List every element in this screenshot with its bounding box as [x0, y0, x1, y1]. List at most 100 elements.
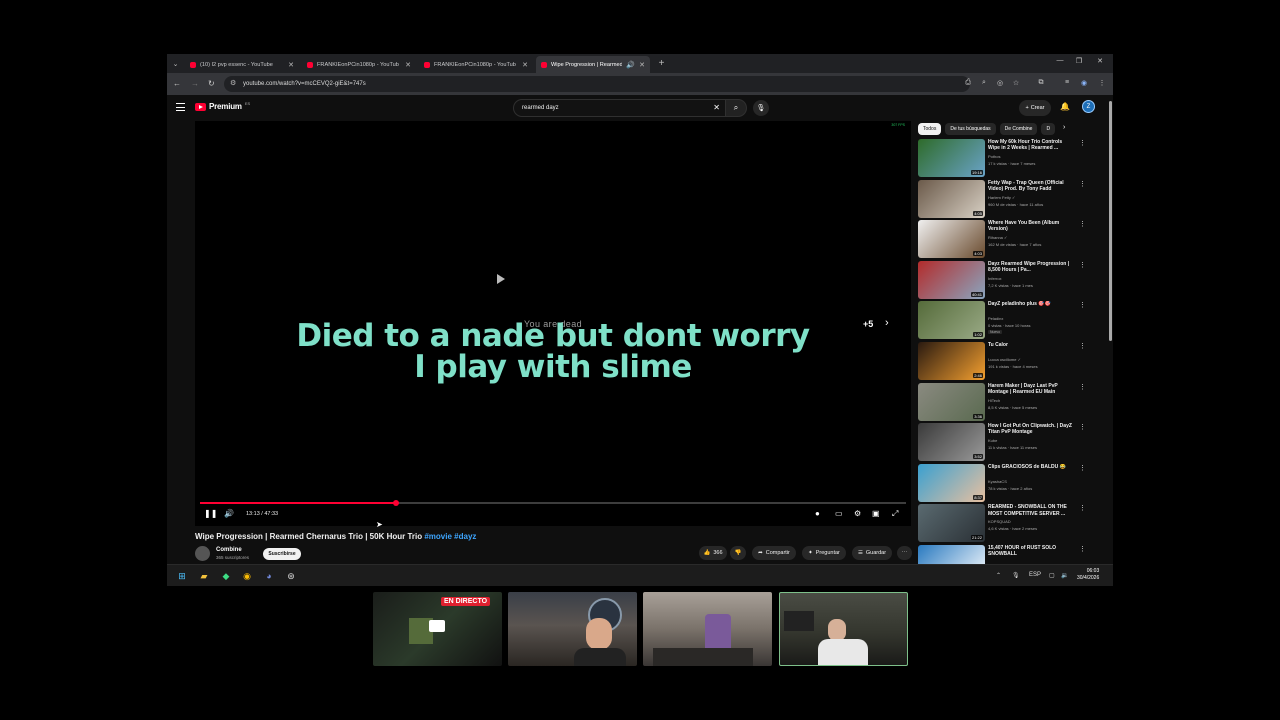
- clear-search-icon[interactable]: ✕: [713, 103, 720, 112]
- rec-title[interactable]: 15,407 HOUR of RUST SOLO SNOWBALL: [988, 545, 1074, 557]
- voice-search-button[interactable]: 🎙: [753, 100, 769, 116]
- volume-icon[interactable]: 🔊: [224, 509, 234, 518]
- network-icon[interactable]: ▢: [1049, 572, 1055, 579]
- chip-all[interactable]: Todos: [918, 123, 942, 135]
- more-options-icon[interactable]: ⋮: [1079, 139, 1086, 147]
- site-info-icon[interactable]: ⚙: [230, 80, 238, 88]
- address-bar[interactable]: ⚙ youtube.com/watch?v=mcCEVQ2-giE&t=747s: [224, 76, 970, 92]
- recommended-video[interactable]: 40:41 Dayz Rearmed Wipe Progression | 8,5…: [918, 260, 1088, 299]
- rec-title[interactable]: DayZ peladinho plus 🎯🎯: [988, 301, 1074, 307]
- video-thumbnail[interactable]: 2:46: [918, 342, 985, 380]
- chip-from-searches[interactable]: De tus búsquedas: [945, 123, 996, 135]
- notifications-bell-icon[interactable]: 🔔: [1060, 102, 1070, 111]
- video-thumbnail[interactable]: 19:16: [918, 139, 985, 177]
- speaker-icon[interactable]: 🔉: [1061, 572, 1068, 579]
- recommended-video[interactable]: 21:22 REARMED - SNOWBALL ON THE MOST COMP…: [918, 504, 1088, 543]
- more-options-icon[interactable]: ⋮: [1079, 301, 1086, 309]
- progress-bar[interactable]: [200, 500, 906, 506]
- tab-1[interactable]: (10) I2 pvp essenc - YouTube ✕: [185, 56, 299, 73]
- more-actions-button[interactable]: ⋯: [897, 546, 912, 560]
- video-thumbnail[interactable]: 40:41: [918, 260, 985, 299]
- rec-title[interactable]: How I Got Put On Clipwatch. | DayZ Titan…: [988, 423, 1074, 435]
- recommended-video[interactable]: 4:05 Fetty Wap - Trap Queen (Official Vid…: [918, 179, 1088, 218]
- video-thumbnail[interactable]: 3:36: [918, 382, 985, 421]
- more-options-icon[interactable]: ⋮: [1079, 220, 1086, 228]
- search-input[interactable]: rearmed dayz ✕: [513, 99, 727, 117]
- chrome-icon[interactable]: ◉: [241, 570, 253, 582]
- back-icon[interactable]: ←: [173, 79, 181, 88]
- media-icon[interactable]: ≡: [1062, 79, 1072, 86]
- pause-icon[interactable]: ❚❚: [204, 509, 217, 518]
- rec-title[interactable]: Fetty Wap - Trap Queen (Official Video) …: [988, 180, 1074, 192]
- video-player[interactable]: 307 FPS You are dead Died to a nade but …: [195, 121, 911, 526]
- video-thumbnail[interactable]: 4:03: [918, 220, 985, 259]
- windows-start-icon[interactable]: ⊞: [176, 570, 188, 582]
- tab-close-icon[interactable]: ✕: [639, 61, 645, 69]
- rec-title[interactable]: Harem Maker | Dayz Last PvP Montage | Re…: [988, 383, 1074, 395]
- ask-button[interactable]: ✦ Preguntar: [802, 546, 846, 560]
- recommended-video[interactable]: 2:46 Tu Calor Lucca oscillome ✓ 191 k vista…: [918, 342, 1088, 380]
- taskbar-clock[interactable]: 06:03 30/4/2026: [1077, 568, 1099, 582]
- rec-title[interactable]: Clips GRACIOSOS de BALDU 😂: [988, 464, 1074, 470]
- autoplay-toggle-icon[interactable]: ●: [815, 509, 820, 518]
- skip-forward-label[interactable]: +5: [863, 319, 873, 329]
- forward-icon[interactable]: →: [191, 79, 199, 88]
- tab-audio-icon[interactable]: 🔊: [626, 61, 635, 69]
- zoom-icon[interactable]: ⌕: [979, 79, 989, 87]
- close-window-icon[interactable]: ✕: [1093, 57, 1107, 65]
- fullscreen-icon[interactable]: ⤢: [892, 509, 898, 519]
- save-button[interactable]: ☰ Guardar: [852, 546, 892, 560]
- video-thumbnail[interactable]: 3:52: [918, 423, 985, 462]
- theater-mode-icon[interactable]: ▣: [872, 509, 880, 518]
- file-explorer-icon[interactable]: ▰: [198, 570, 210, 582]
- more-options-icon[interactable]: ⋮: [1079, 504, 1086, 512]
- bookmark-star-icon[interactable]: ☆: [1011, 79, 1021, 87]
- video-thumbnail[interactable]: 1:02: [918, 301, 985, 340]
- more-options-icon[interactable]: ⋮: [1079, 261, 1086, 269]
- tab-close-icon[interactable]: ✕: [288, 61, 294, 69]
- recommended-video[interactable]: 19:16 How My 60k Hour Trio Controls Wipe …: [918, 139, 1088, 177]
- recommended-video[interactable]: 1:02 DayZ peladinho plus 🎯🎯 Peladinx 0 vist…: [918, 301, 1088, 340]
- eye-off-icon[interactable]: ◎: [995, 79, 1005, 87]
- more-options-icon[interactable]: ⋮: [1079, 383, 1086, 391]
- recommended-video[interactable]: 4:03 Where Have You Been (Album Version) R…: [918, 220, 1088, 259]
- account-avatar[interactable]: Z: [1082, 100, 1095, 113]
- green-app-icon[interactable]: ◆: [220, 570, 232, 582]
- tab-search-icon[interactable]: ⌄: [170, 58, 181, 69]
- minimize-icon[interactable]: —: [1053, 57, 1067, 64]
- rec-title[interactable]: REARMED - SNOWBALL ON THE MOST COMPETITI…: [988, 504, 1074, 516]
- tab-2[interactable]: FRANKIEonPCin1080p - YouTub ✕: [302, 56, 416, 73]
- rec-title[interactable]: Dayz Rearmed Wipe Progression | 8,500 Ho…: [988, 261, 1074, 273]
- dislike-button[interactable]: 👎: [730, 546, 746, 560]
- rec-title[interactable]: Tu Calor: [988, 342, 1074, 348]
- tab-close-icon[interactable]: ✕: [522, 61, 528, 69]
- profile-icon[interactable]: ◉: [1079, 79, 1089, 87]
- page-scrollbar[interactable]: [1108, 95, 1113, 586]
- more-options-icon[interactable]: ⋮: [1079, 423, 1086, 431]
- video-thumbnail[interactable]: 4:05: [918, 179, 985, 218]
- create-button[interactable]: + Crear: [1019, 100, 1051, 116]
- chevron-right-icon[interactable]: ›: [885, 317, 889, 329]
- extensions-icon[interactable]: ⧉: [1036, 79, 1046, 87]
- like-button[interactable]: 👍 366: [699, 546, 727, 560]
- recommended-video[interactable]: 8:37 Clips GRACIOSOS de BALDU 😂 KyashaCS 78…: [918, 463, 1088, 502]
- install-icon[interactable]: ⎙: [963, 79, 973, 87]
- channel-name[interactable]: Combine: [216, 547, 242, 553]
- chevron-right-icon[interactable]: ›: [1063, 124, 1065, 131]
- scrubber-handle[interactable]: [393, 500, 400, 506]
- reload-icon[interactable]: ↻: [208, 79, 215, 88]
- tab-4-active[interactable]: Wipe Progression | Rearmed 🔊 ✕: [536, 56, 650, 73]
- language-indicator[interactable]: ESP: [1029, 572, 1041, 578]
- more-options-icon[interactable]: ⋮: [1079, 545, 1086, 553]
- subscribe-button[interactable]: Suscribirse: [263, 548, 301, 560]
- share-button[interactable]: ➦ Compartir: [752, 546, 796, 560]
- more-options-icon[interactable]: ⋮: [1079, 464, 1086, 472]
- discord-icon[interactable]: ◕: [263, 570, 275, 582]
- obs-icon[interactable]: ⊛: [285, 570, 297, 582]
- channel-avatar[interactable]: [195, 546, 210, 561]
- youtube-premium-logo[interactable]: Premium ES: [195, 101, 250, 111]
- restore-icon[interactable]: ❐: [1072, 57, 1086, 65]
- rec-title[interactable]: How My 60k Hour Trio Controls Wipe in 2 …: [988, 139, 1074, 151]
- chip-more[interactable]: D: [1041, 123, 1056, 135]
- tray-mic-icon[interactable]: 🎙: [1012, 572, 1020, 579]
